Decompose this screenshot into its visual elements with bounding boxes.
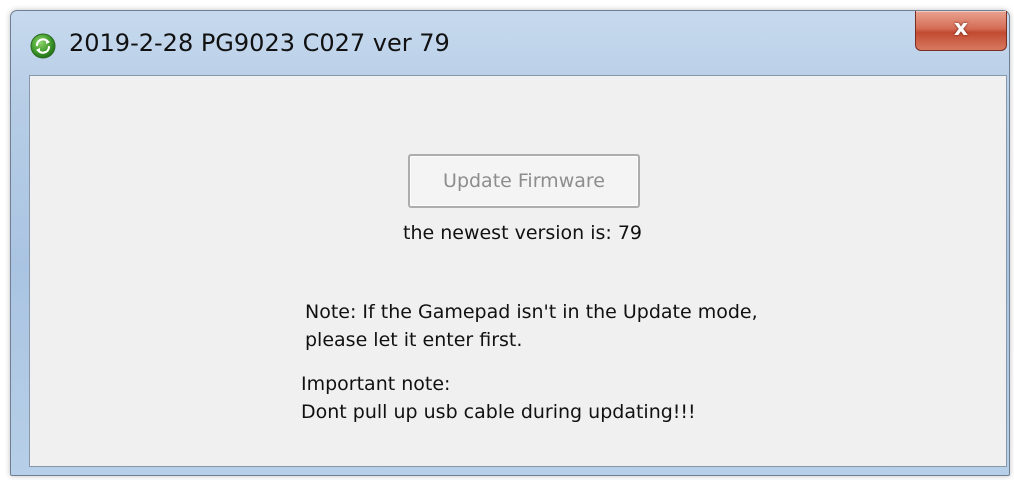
newest-version-label: the newest version is: 79 — [403, 222, 642, 244]
close-button[interactable]: x — [915, 11, 1007, 51]
important-note: Important note: Dont pull up usb cable d… — [301, 370, 696, 426]
important-note-heading: Important note: — [301, 373, 451, 395]
update-firmware-button[interactable]: Update Firmware — [408, 154, 640, 208]
note-line: Note: If the Gamepad isn't in the Update… — [305, 301, 758, 323]
note-line: please let it enter first. — [305, 329, 523, 351]
update-mode-note: Note: If the Gamepad isn't in the Update… — [305, 298, 758, 354]
important-note-warning: Dont pull up usb cable during updating!!… — [301, 401, 696, 423]
dialog-body: Update Firmware the newest version is: 7… — [29, 75, 1007, 467]
title-bar[interactable]: 2019-2-28 PG9023 C027 ver 79 x — [11, 11, 1009, 73]
window-title: 2019-2-28 PG9023 C027 ver 79 — [69, 29, 450, 57]
app-window: 2019-2-28 PG9023 C027 ver 79 x Update Fi… — [10, 10, 1010, 476]
close-icon: x — [953, 16, 969, 41]
refresh-icon — [30, 33, 56, 59]
